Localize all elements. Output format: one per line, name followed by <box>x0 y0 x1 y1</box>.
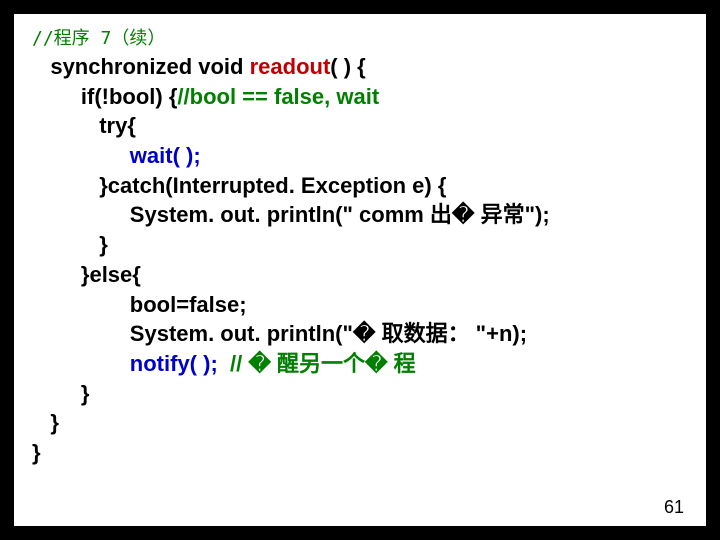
code-l11a <box>32 351 130 376</box>
code-l8: }else{ <box>32 262 141 287</box>
slide-frame: //程序 7（续） synchronized void readout( ) {… <box>12 12 708 528</box>
code-l10: System. out. println("� 取数据： "+n); <box>32 321 527 346</box>
code-l5: }catch(Interrupted. Exception e) { <box>32 173 446 198</box>
code-block: synchronized void readout( ) { if(!bool)… <box>32 52 688 468</box>
code-l12: } <box>32 381 89 406</box>
code-l2a: if(!bool) { <box>32 84 177 109</box>
code-l7: } <box>32 232 108 257</box>
code-l11b: notify( ); <box>130 351 230 376</box>
code-l1b: readout <box>250 54 331 79</box>
code-l1a: synchronized void <box>32 54 250 79</box>
code-l14: } <box>32 440 41 465</box>
code-l4b: wait( ); <box>130 143 201 168</box>
code-l3: try{ <box>32 113 136 138</box>
page-number: 61 <box>664 497 684 518</box>
code-l11c: // � 醒另一个� 程 <box>230 351 416 376</box>
code-l13: } <box>32 410 59 435</box>
code-l4a <box>32 143 130 168</box>
code-l1c: ( ) { <box>330 54 365 79</box>
code-l6: System. out. println(" comm 出� 异常"); <box>32 202 550 227</box>
code-l2b: //bool == false, wait <box>177 84 379 109</box>
header-comment: //程序 7（续） <box>32 24 688 50</box>
code-l9: bool=false; <box>32 292 247 317</box>
